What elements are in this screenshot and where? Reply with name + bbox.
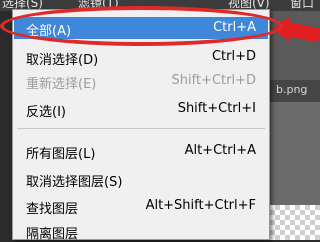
annotation-arrow	[272, 16, 290, 42]
menu-item-label: 重新选择(E)	[26, 77, 97, 92]
menu-item-shortcut: Alt+Shift+Ctrl+F	[145, 198, 256, 213]
menu-item-label: 取消选择(D)	[26, 53, 99, 68]
menu-item-reselect[interactable]: 重新选择(E) Shift+Ctrl+D	[14, 70, 268, 92]
document-tab-label: b.png	[276, 83, 308, 96]
menu-item-shortcut: Alt+Ctrl+A	[184, 143, 256, 158]
menu-item-deselect[interactable]: 取消选择(D) Ctrl+D	[14, 46, 268, 68]
menu-item-isolate-layers[interactable]: 隔离图层	[14, 220, 268, 242]
menu-item-deselect-layers[interactable]: 取消选择图层(S)	[14, 168, 268, 190]
select-dropdown-menu: 全部(A) Ctrl+A 取消选择(D) Ctrl+D 重新选择(E) Shif…	[12, 9, 270, 242]
menu-item-label: 所有图层(L)	[26, 147, 96, 162]
menu-item-inverse[interactable]: 反选(I) Shift+Ctrl+I	[14, 98, 268, 120]
menu-item-shortcut: Ctrl+D	[211, 49, 256, 64]
document-tab[interactable]: b.png	[270, 80, 320, 102]
menu-item-label: 全部(A)	[26, 24, 72, 39]
menu-item-shortcut: Ctrl+A	[213, 20, 256, 35]
menu-item-shortcut: Shift+Ctrl+D	[171, 73, 256, 88]
menu-separator	[17, 128, 265, 129]
menu-item-all-layers[interactable]: 所有图层(L) Alt+Ctrl+A	[14, 140, 268, 162]
menu-item-find-layers[interactable]: 查找图层 Alt+Shift+Ctrl+F	[14, 195, 268, 217]
transparency-checkerboard	[270, 205, 320, 240]
menu-item-label: 查找图层	[26, 202, 79, 217]
menu-item-label: 取消选择图层(S)	[26, 175, 123, 190]
menu-item-all[interactable]: 全部(A) Ctrl+A	[14, 17, 268, 39]
menu-item-label: 反选(I)	[26, 105, 66, 120]
menu-item-shortcut: Shift+Ctrl+I	[177, 101, 256, 116]
menu-window[interactable]: 窗口	[290, 0, 314, 11]
menu-item-label: 隔离图层	[26, 227, 79, 242]
